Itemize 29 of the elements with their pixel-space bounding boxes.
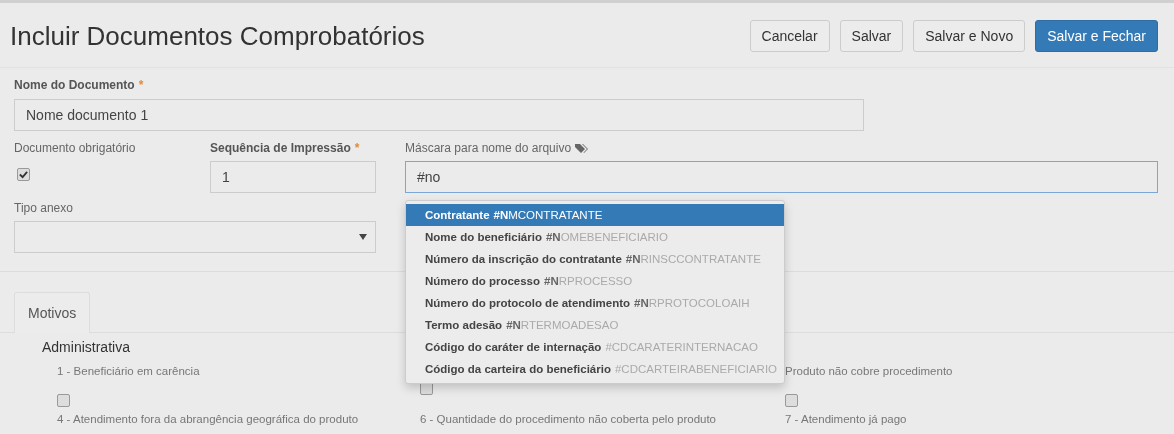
- file-mask-input[interactable]: #no: [405, 161, 1158, 193]
- suggestion-item[interactable]: Nome do beneficiário #NOMEBENEFICIARIO: [406, 226, 784, 248]
- field-label: Sequência de Impressão *: [210, 141, 361, 155]
- required-asterisk: *: [354, 141, 360, 155]
- action-button[interactable]: Cancelar: [749, 20, 830, 52]
- action-button[interactable]: Salvar e Novo: [913, 20, 1026, 52]
- page-title: Incluir Documentos Comprobatórios: [10, 20, 425, 52]
- reason-label: 1 - Beneficiário em carência: [57, 365, 200, 377]
- field-label: Nome do Documento *: [14, 78, 145, 92]
- field-label: Documento obrigatório: [14, 141, 137, 155]
- suggestion-item[interactable]: Contratante #NMCONTRATANTE: [406, 204, 784, 226]
- primary-button[interactable]: Salvar e Fechar: [1035, 20, 1158, 52]
- reason-label: 7 - Atendimento já pago: [785, 413, 907, 425]
- document-name-input[interactable]: Nome documento 1: [14, 99, 864, 131]
- section-title: Administrativa: [42, 339, 130, 355]
- action-button[interactable]: Salvar: [839, 20, 904, 52]
- reason-label: 4 - Atendimento fora da abrangência geográfica do produto: [57, 413, 359, 425]
- sequence-input[interactable]: 1: [210, 161, 376, 193]
- tab[interactable]: Motivos: [14, 292, 91, 333]
- suggestion-item[interactable]: Termo adesão #NRTERMOADESAO: [406, 314, 784, 336]
- suggestion-item[interactable]: Número da inscrição do contratante #NRINSCCONTRATANTE: [406, 248, 784, 270]
- suggestion-item[interactable]: Número do protocolo de atendimento #NRPROTOCOLOAIH: [406, 292, 784, 314]
- required-asterisk: *: [138, 78, 144, 92]
- suggestion-item[interactable]: Código da carteira do beneficiário #CDCARTEIRABENEFICIARIO: [406, 358, 784, 380]
- reason-label: 6 - Quantidade do procedimento não coberta pelo produto: [420, 413, 716, 425]
- reason-label: Produto não cobre procedimento: [785, 365, 953, 377]
- suggestion-item[interactable]: Código do caráter de internação #CDCARATERINTERNACAO: [406, 336, 784, 358]
- suggestion-item[interactable]: Número do processo #NRPROCESSO: [406, 270, 784, 292]
- field-label: Máscara para nome do arquivo: [405, 141, 1158, 155]
